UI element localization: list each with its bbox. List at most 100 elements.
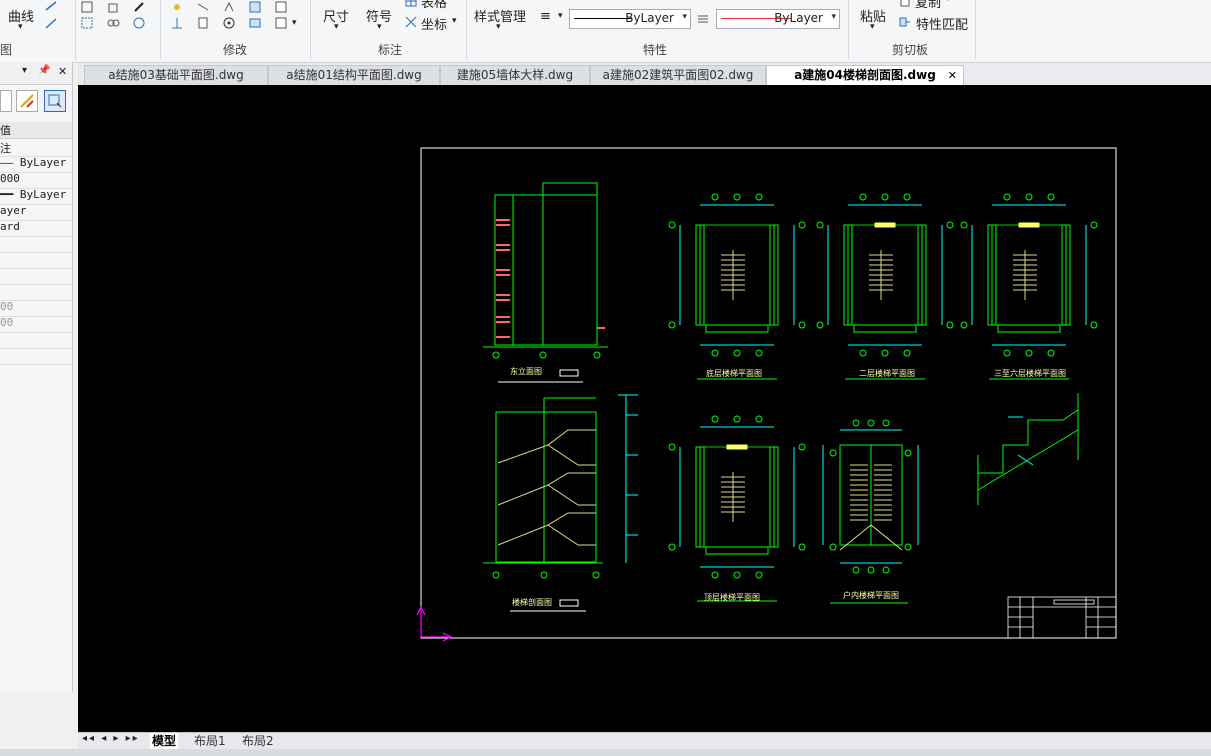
rectangle-array-icon[interactable] (80, 16, 94, 30)
dimension-dropdown-icon[interactable]: ▾ (334, 22, 339, 32)
doc-tab-label: a结施01结构平面图.dwg (286, 68, 422, 82)
linetype-select[interactable]: ByLayer ▾ (569, 9, 691, 29)
copy-icon[interactable] (898, 0, 912, 8)
pick-icon[interactable] (132, 0, 146, 14)
line-preview (574, 18, 632, 19)
property-row[interactable]: 000 (0, 172, 72, 189)
doc-tab-label: a建施02建筑平面图02.dwg (602, 68, 754, 82)
trim-icon[interactable] (170, 16, 184, 30)
coordinate-button[interactable]: 坐标 (421, 14, 447, 33)
match-properties-icon[interactable] (898, 15, 912, 29)
panel-titlebar: ▾ 📌 ✕ (0, 62, 72, 85)
property-row[interactable]: —— ByLayer (0, 156, 72, 173)
layout-tab[interactable]: 布局1 (194, 733, 226, 749)
panel-dropdown-icon[interactable]: ▾ (22, 65, 27, 76)
rotate-icon[interactable] (222, 16, 236, 30)
property-row[interactable]: ard (0, 220, 72, 237)
property-row[interactable]: ayer (0, 204, 72, 221)
quick-select-button[interactable] (44, 90, 66, 112)
annotate-group-title: 标注 (377, 43, 402, 57)
line-icon[interactable] (44, 0, 58, 14)
color-select[interactable]: ByLayer ▾ (716, 9, 840, 29)
modify-more-dropdown-icon[interactable]: ▾ (292, 18, 297, 28)
scale-icon[interactable] (248, 0, 262, 14)
ucs-icon (416, 605, 453, 642)
block-icon[interactable] (248, 16, 262, 30)
second-plan-label: 二层楼梯平面图 (859, 368, 915, 378)
outdoor-plan-label: 户内楼梯平面图 (843, 590, 899, 600)
color-value: ByLayer (774, 11, 823, 25)
east-elevation-label: 东立面图 (510, 366, 542, 376)
status-bar (0, 749, 1211, 756)
layout-tab[interactable]: 模型 (150, 733, 179, 749)
document-tabbar: a结施03基础平面图.dwg a结施01结构平面图.dwg 建施05墙体大样.dwg… (78, 63, 1211, 86)
third-floor-plan-drawing (960, 193, 1098, 380)
doc-tab[interactable]: a结施01结构平面图.dwg (268, 65, 440, 85)
toggle-pickadd-button[interactable] (16, 90, 38, 112)
doc-tab[interactable]: 建施05墙体大样.dwg (440, 65, 590, 85)
coordinate-icon[interactable] (404, 15, 418, 29)
close-icon[interactable]: ✕ (58, 65, 67, 78)
drawing-canvas[interactable]: 东立面图 楼梯剖面图 底层楼梯平面图 二层楼梯平面图 三至六层楼梯平面图 顶层楼… (78, 85, 1211, 732)
ground-plan-label: 底层楼梯平面图 (706, 368, 762, 378)
separator (848, 0, 849, 60)
property-row[interactable] (0, 236, 72, 253)
property-row[interactable] (0, 252, 72, 269)
curve-dropdown-icon[interactable]: ▾ (18, 22, 23, 32)
ribbon: 曲线 ▾ 图 ▾ 修改 尺寸 ▾ 符号 ▾ 表格 坐标 ▾ 标注 样式管理 ▾ … (0, 0, 1211, 63)
separator (310, 0, 311, 60)
copy-object-icon[interactable] (80, 0, 94, 14)
color-swatch-icon[interactable] (274, 16, 288, 30)
property-row[interactable] (0, 268, 72, 285)
selection-dropdown[interactable] (0, 90, 12, 112)
pin-icon[interactable]: 📌 (38, 65, 50, 76)
lineweight-icon[interactable]: ≡ (540, 9, 551, 24)
third-plan-label: 三至六层楼梯平面图 (994, 368, 1066, 378)
properties-group-title: 特性 (642, 43, 667, 57)
layout-tabbar: ◂◂ ◂ ▸ ▸▸ 模型 布局1 布局2 (78, 732, 1211, 750)
separator (75, 0, 76, 60)
property-row[interactable] (0, 348, 72, 365)
property-row[interactable]: ━━ ByLayer (0, 188, 72, 205)
polyline-icon[interactable] (44, 16, 58, 30)
symbol-dropdown-icon[interactable]: ▾ (377, 22, 382, 32)
hatch-pattern-icon[interactable] (696, 12, 710, 26)
property-row[interactable]: 注 (0, 140, 72, 157)
stair-section-drawing (483, 394, 638, 612)
property-row[interactable]: 00 (0, 300, 72, 317)
paste-dropdown-icon[interactable]: ▾ (870, 22, 875, 32)
group-icon[interactable] (106, 16, 120, 30)
extend-icon[interactable] (196, 0, 210, 14)
edit-icon[interactable] (274, 0, 288, 14)
separator (975, 0, 976, 60)
mirror-icon[interactable] (106, 0, 120, 14)
lineweight-dropdown-icon[interactable]: ▾ (558, 11, 563, 21)
copy-dropdown-icon[interactable]: ▾ (946, 0, 951, 4)
coordinate-dropdown-icon[interactable]: ▾ (452, 16, 457, 26)
copy-button[interactable]: 复制 (915, 0, 941, 11)
east-elevation-drawing (483, 182, 608, 383)
doc-tab-label: a建施04楼梯剖面图.dwg (794, 68, 936, 82)
doc-tab[interactable]: a结施03基础平面图.dwg (84, 65, 268, 85)
table-icon[interactable] (404, 0, 418, 8)
doc-tab[interactable]: a建施04楼梯剖面图.dwg ✕ (766, 65, 964, 85)
quick-select-icon (48, 94, 62, 108)
stair-detail-drawing (977, 393, 1079, 505)
separator (466, 0, 467, 60)
property-row[interactable] (0, 284, 72, 301)
table-button[interactable]: 表格 (421, 0, 447, 11)
property-row[interactable]: 00 (0, 316, 72, 333)
layout-tab[interactable]: 布局2 (242, 733, 274, 749)
point-icon[interactable] (170, 0, 184, 14)
style-manager-dropdown-icon[interactable]: ▾ (496, 22, 501, 32)
doc-tab[interactable]: a建施02建筑平面图02.dwg (590, 65, 766, 85)
linetype-value: ByLayer (625, 11, 674, 25)
match-properties-button[interactable]: 特性匹配 (916, 14, 968, 33)
layout-nav-arrows[interactable]: ◂◂ ◂ ▸ ▸▸ (82, 733, 140, 744)
panel-header: 值 (0, 122, 72, 139)
stretch-icon[interactable] (222, 0, 236, 14)
page-icon[interactable] (196, 16, 210, 30)
circle-tool-icon[interactable] (132, 16, 146, 30)
property-row[interactable] (0, 332, 72, 349)
close-tab-icon[interactable]: ✕ (948, 66, 957, 85)
